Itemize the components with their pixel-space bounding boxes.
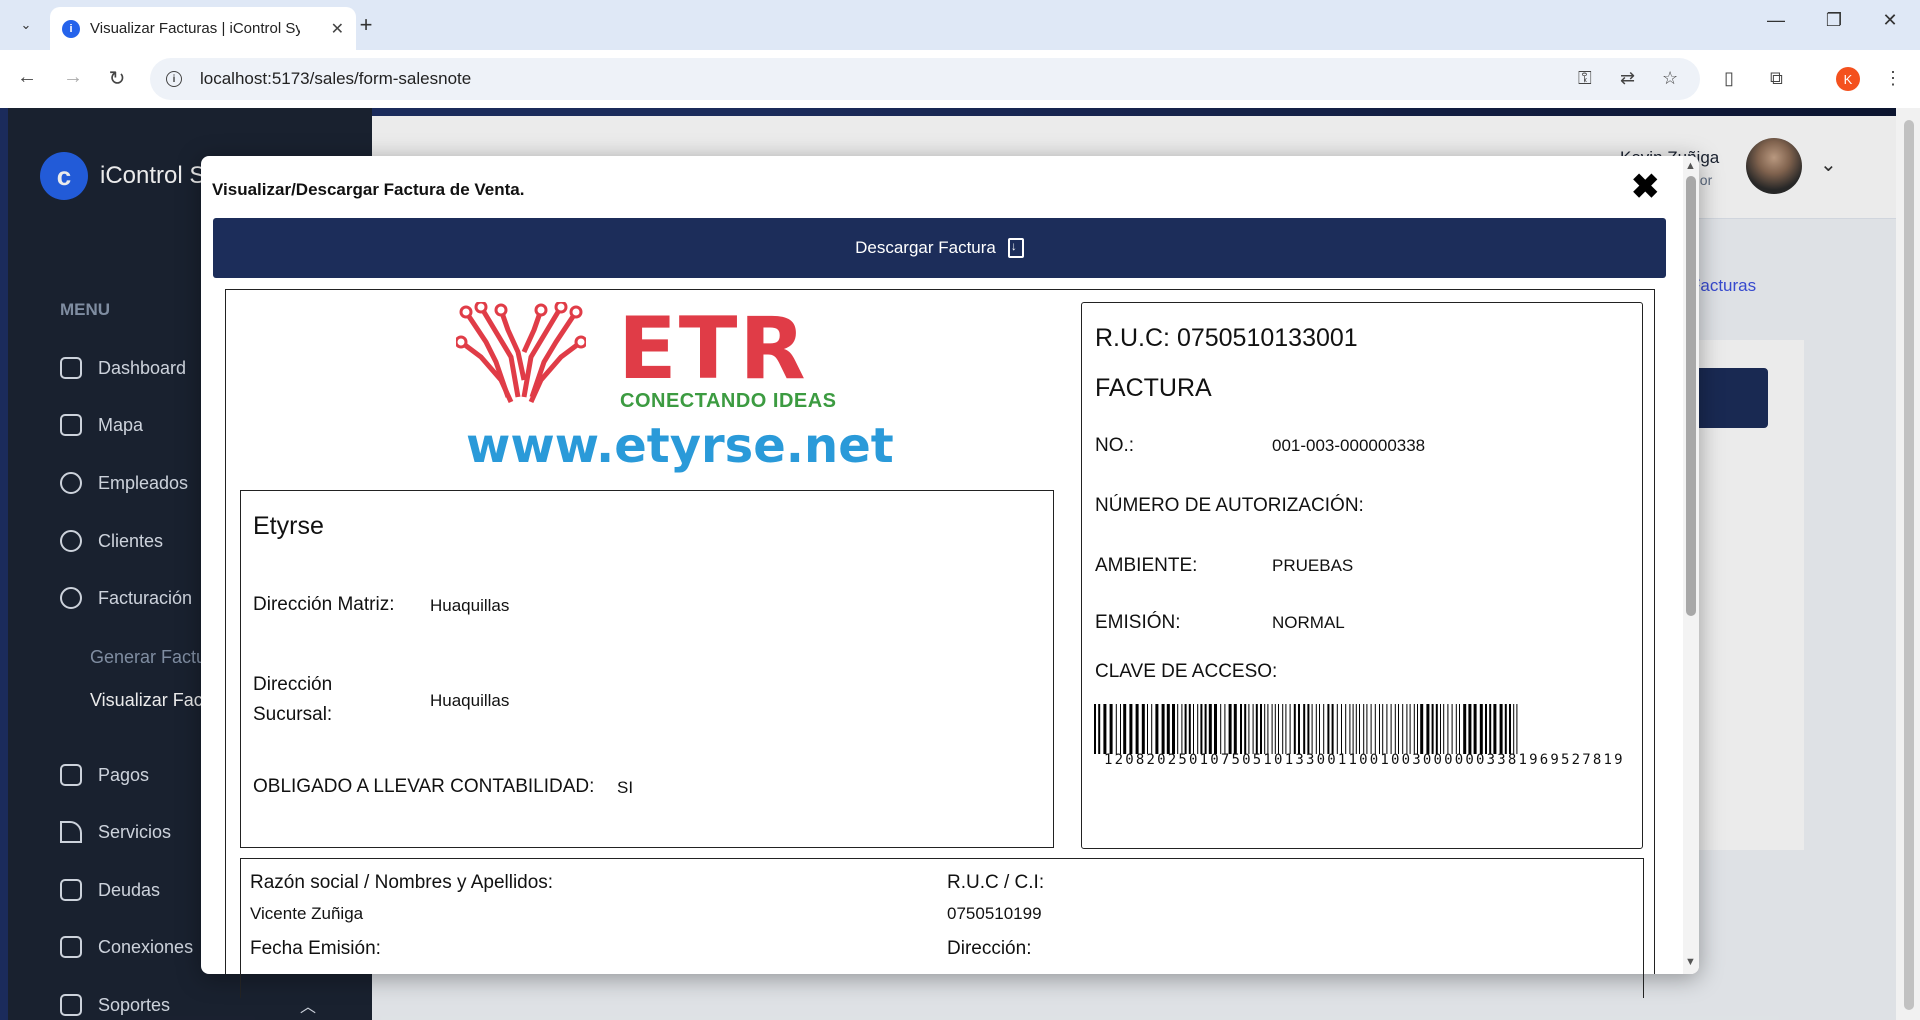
download-label: Descargar Factura — [855, 238, 996, 257]
download-invoice-button[interactable]: Descargar Factura — [213, 218, 1666, 278]
close-icon[interactable]: ✖ — [1631, 170, 1660, 204]
emision-value: NORMAL — [1272, 613, 1345, 632]
tab-search-icon[interactable]: ⌄ — [12, 12, 40, 38]
document-no-value: 001-003-000000338 — [1272, 436, 1426, 455]
ambiente-value: PRUEBAS — [1272, 556, 1354, 575]
scroll-up-icon[interactable]: ▲ — [1685, 160, 1696, 172]
tab-close-icon[interactable]: ✕ — [331, 19, 344, 39]
new-tab-icon[interactable]: + — [352, 12, 380, 38]
translate-icon[interactable]: ⇄ — [1620, 68, 1635, 89]
razon-social-label: Razón social / Nombres y Apellidos: — [250, 872, 554, 893]
emision-label: EMISIÓN: — [1095, 612, 1181, 633]
clave-label: CLAVE DE ACCESO: — [1095, 661, 1278, 682]
razon-social-value: Vicente Zuñiga — [250, 904, 364, 923]
etr-slogan: CONECTANDO IDEAS — [620, 390, 837, 412]
etr-circuit-logo-icon — [456, 302, 586, 404]
fecha-emision-label: Fecha Emisión: — [250, 938, 381, 959]
tab-title: Visualizar Facturas | iControl Sys — [90, 20, 300, 37]
document-ruc: R.U.C: 0750510133001 — [1095, 324, 1358, 352]
browser-tab-active[interactable]: i Visualizar Facturas | iControl Sys ✕ — [50, 7, 356, 50]
access-key-number: 1208202501075051013300110010030000003381… — [1104, 752, 1625, 768]
client-ruc-value: 0750510199 — [947, 904, 1042, 923]
minimize-icon[interactable]: — — [1756, 10, 1796, 31]
restore-icon[interactable]: ❐ — [1814, 10, 1854, 31]
bookmark-star-icon[interactable]: ☆ — [1662, 68, 1678, 89]
sucursal-label-line2: Sucursal: — [253, 704, 333, 725]
page-scrollbar-thumb[interactable] — [1904, 120, 1914, 1010]
sucursal-label-line1: Dirección — [253, 674, 333, 695]
sucursal-value: Huaquillas — [430, 691, 510, 710]
back-icon[interactable]: ← — [12, 66, 42, 89]
etr-brand-text: ETR — [618, 299, 808, 399]
autorizacion-label: NÚMERO DE AUTORIZACIÓN: — [1095, 495, 1364, 516]
browser-toolbar: ← → ↻ i localhost:5173/sales/form-salesn… — [0, 50, 1920, 108]
document-type: FACTURA — [1095, 374, 1212, 402]
ambiente-label: AMBIENTE: — [1095, 555, 1198, 576]
window-close-icon[interactable]: ✕ — [1870, 10, 1910, 31]
side-panel-icon[interactable]: ▯ — [1724, 68, 1734, 89]
matriz-value: Huaquillas — [430, 596, 510, 615]
document-no-label: NO.: — [1095, 435, 1135, 456]
extensions-icon[interactable]: ⧉ — [1770, 68, 1783, 89]
file-download-icon — [1007, 238, 1024, 258]
address-bar[interactable]: i localhost:5173/sales/form-salesnote ⚿ … — [150, 58, 1700, 100]
browser-tabstrip: ⌄ i Visualizar Facturas | iControl Sys ✕… — [0, 0, 1920, 50]
modal-scrollbar-thumb[interactable] — [1686, 176, 1696, 616]
profile-avatar[interactable]: K — [1836, 67, 1860, 91]
site-info-icon[interactable]: i — [166, 71, 182, 87]
issuer-name: Etyrse — [253, 512, 324, 540]
matriz-label: Dirección Matriz: — [253, 594, 395, 615]
scroll-down-icon[interactable]: ▼ — [1685, 956, 1696, 968]
direccion-label: Dirección: — [947, 938, 1032, 959]
contabilidad-value: SI — [617, 778, 634, 797]
password-key-icon[interactable]: ⚿ — [1578, 68, 1592, 89]
url-text: localhost:5173/sales/form-salesnote — [200, 69, 472, 88]
client-ruc-label: R.U.C / C.I: — [947, 872, 1045, 893]
etr-website: www.etyrse.net — [466, 418, 894, 474]
forward-icon[interactable]: → — [58, 66, 88, 89]
access-key-barcode — [1094, 704, 1518, 754]
modal-title: Visualizar/Descargar Factura de Venta. — [212, 180, 525, 199]
browser-menu-icon[interactable]: ⋮ — [1884, 68, 1902, 89]
tab-favicon-icon: i — [62, 19, 80, 38]
reload-icon[interactable]: ↻ — [102, 66, 132, 91]
contabilidad-label: OBLIGADO A LLEVAR CONTABILIDAD: — [253, 776, 595, 797]
